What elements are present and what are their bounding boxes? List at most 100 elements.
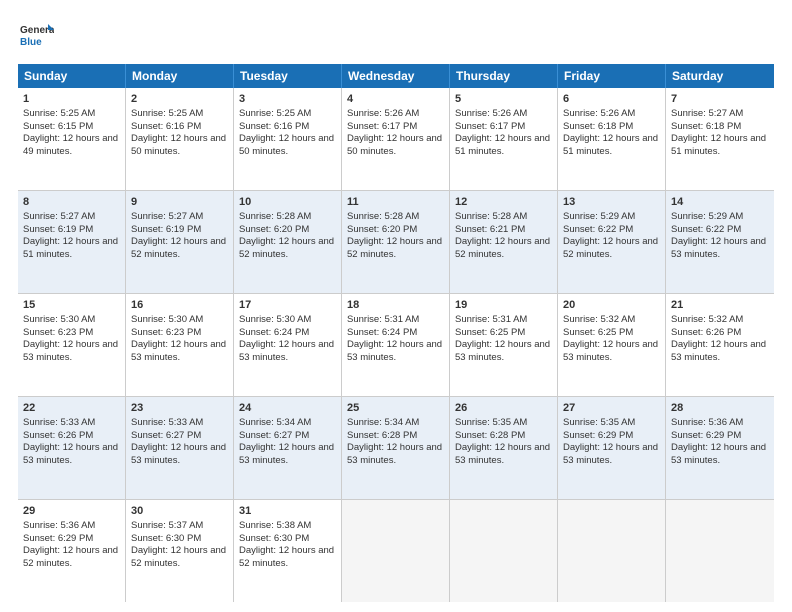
sunset-text: Sunset: 6:24 PM <box>347 327 417 338</box>
sunrise-text: Sunrise: 5:26 AM <box>455 108 527 119</box>
sunrise-text: Sunrise: 5:32 AM <box>671 314 743 325</box>
daylight-text: Daylight: 12 hours and 53 minutes. <box>131 339 226 363</box>
day-cell-15: 15 Sunrise: 5:30 AM Sunset: 6:23 PM Dayl… <box>18 294 126 396</box>
sunset-text: Sunset: 6:27 PM <box>239 430 309 441</box>
empty-cell <box>558 500 666 602</box>
sunrise-text: Sunrise: 5:36 AM <box>671 417 743 428</box>
empty-cell <box>450 500 558 602</box>
sunrise-text: Sunrise: 5:29 AM <box>563 211 635 222</box>
day-number: 21 <box>671 298 769 313</box>
daylight-text: Daylight: 12 hours and 50 minutes. <box>131 133 226 157</box>
daylight-text: Daylight: 12 hours and 53 minutes. <box>347 442 442 466</box>
sunrise-text: Sunrise: 5:35 AM <box>455 417 527 428</box>
day-cell-14: 14 Sunrise: 5:29 AM Sunset: 6:22 PM Dayl… <box>666 191 774 293</box>
sunrise-text: Sunrise: 5:25 AM <box>239 108 311 119</box>
header-saturday: Saturday <box>666 64 774 88</box>
daylight-text: Daylight: 12 hours and 51 minutes. <box>23 236 118 260</box>
day-number: 27 <box>563 401 660 416</box>
daylight-text: Daylight: 12 hours and 51 minutes. <box>563 133 658 157</box>
day-cell-9: 9 Sunrise: 5:27 AM Sunset: 6:19 PM Dayli… <box>126 191 234 293</box>
sunrise-text: Sunrise: 5:31 AM <box>347 314 419 325</box>
day-cell-30: 30 Sunrise: 5:37 AM Sunset: 6:30 PM Dayl… <box>126 500 234 602</box>
day-cell-10: 10 Sunrise: 5:28 AM Sunset: 6:20 PM Dayl… <box>234 191 342 293</box>
sunset-text: Sunset: 6:29 PM <box>671 430 741 441</box>
sunset-text: Sunset: 6:25 PM <box>563 327 633 338</box>
daylight-text: Daylight: 12 hours and 52 minutes. <box>23 545 118 569</box>
header-wednesday: Wednesday <box>342 64 450 88</box>
day-number: 15 <box>23 298 120 313</box>
daylight-text: Daylight: 12 hours and 52 minutes. <box>563 236 658 260</box>
sunset-text: Sunset: 6:29 PM <box>23 533 93 544</box>
week-row-5: 29 Sunrise: 5:36 AM Sunset: 6:29 PM Dayl… <box>18 500 774 602</box>
sunset-text: Sunset: 6:15 PM <box>23 121 93 132</box>
day-cell-6: 6 Sunrise: 5:26 AM Sunset: 6:18 PM Dayli… <box>558 88 666 190</box>
svg-text:Blue: Blue <box>20 37 42 48</box>
sunset-text: Sunset: 6:18 PM <box>563 121 633 132</box>
sunset-text: Sunset: 6:20 PM <box>239 224 309 235</box>
sunrise-text: Sunrise: 5:26 AM <box>347 108 419 119</box>
sunset-text: Sunset: 6:17 PM <box>347 121 417 132</box>
daylight-text: Daylight: 12 hours and 53 minutes. <box>239 442 334 466</box>
week-row-1: 1 Sunrise: 5:25 AM Sunset: 6:15 PM Dayli… <box>18 88 774 191</box>
daylight-text: Daylight: 12 hours and 51 minutes. <box>455 133 550 157</box>
day-number: 7 <box>671 92 769 107</box>
sunset-text: Sunset: 6:28 PM <box>347 430 417 441</box>
sunrise-text: Sunrise: 5:30 AM <box>23 314 95 325</box>
day-number: 11 <box>347 195 444 210</box>
day-number: 12 <box>455 195 552 210</box>
day-cell-25: 25 Sunrise: 5:34 AM Sunset: 6:28 PM Dayl… <box>342 397 450 499</box>
header-monday: Monday <box>126 64 234 88</box>
day-number: 31 <box>239 504 336 519</box>
day-number: 17 <box>239 298 336 313</box>
day-cell-26: 26 Sunrise: 5:35 AM Sunset: 6:28 PM Dayl… <box>450 397 558 499</box>
day-number: 2 <box>131 92 228 107</box>
sunset-text: Sunset: 6:27 PM <box>131 430 201 441</box>
day-number: 4 <box>347 92 444 107</box>
day-number: 13 <box>563 195 660 210</box>
sunrise-text: Sunrise: 5:28 AM <box>455 211 527 222</box>
day-number: 24 <box>239 401 336 416</box>
day-cell-2: 2 Sunrise: 5:25 AM Sunset: 6:16 PM Dayli… <box>126 88 234 190</box>
daylight-text: Daylight: 12 hours and 53 minutes. <box>239 339 334 363</box>
daylight-text: Daylight: 12 hours and 52 minutes. <box>239 545 334 569</box>
daylight-text: Daylight: 12 hours and 53 minutes. <box>23 339 118 363</box>
day-cell-17: 17 Sunrise: 5:30 AM Sunset: 6:24 PM Dayl… <box>234 294 342 396</box>
sunset-text: Sunset: 6:18 PM <box>671 121 741 132</box>
sunrise-text: Sunrise: 5:26 AM <box>563 108 635 119</box>
sunrise-text: Sunrise: 5:30 AM <box>131 314 203 325</box>
day-cell-21: 21 Sunrise: 5:32 AM Sunset: 6:26 PM Dayl… <box>666 294 774 396</box>
sunrise-text: Sunrise: 5:28 AM <box>239 211 311 222</box>
sunrise-text: Sunrise: 5:34 AM <box>347 417 419 428</box>
sunset-text: Sunset: 6:21 PM <box>455 224 525 235</box>
sunset-text: Sunset: 6:22 PM <box>671 224 741 235</box>
day-number: 30 <box>131 504 228 519</box>
day-number: 8 <box>23 195 120 210</box>
sunrise-text: Sunrise: 5:25 AM <box>131 108 203 119</box>
day-number: 29 <box>23 504 120 519</box>
sunset-text: Sunset: 6:30 PM <box>131 533 201 544</box>
day-number: 5 <box>455 92 552 107</box>
day-number: 18 <box>347 298 444 313</box>
day-number: 16 <box>131 298 228 313</box>
daylight-text: Daylight: 12 hours and 53 minutes. <box>455 339 550 363</box>
day-number: 22 <box>23 401 120 416</box>
daylight-text: Daylight: 12 hours and 53 minutes. <box>23 442 118 466</box>
sunrise-text: Sunrise: 5:29 AM <box>671 211 743 222</box>
daylight-text: Daylight: 12 hours and 53 minutes. <box>347 339 442 363</box>
sunrise-text: Sunrise: 5:37 AM <box>131 520 203 531</box>
sunset-text: Sunset: 6:16 PM <box>239 121 309 132</box>
day-number: 19 <box>455 298 552 313</box>
logo-svg: General Blue <box>18 18 54 54</box>
daylight-text: Daylight: 12 hours and 53 minutes. <box>671 236 766 260</box>
day-number: 20 <box>563 298 660 313</box>
day-cell-19: 19 Sunrise: 5:31 AM Sunset: 6:25 PM Dayl… <box>450 294 558 396</box>
calendar: SundayMondayTuesdayWednesdayThursdayFrid… <box>18 64 774 602</box>
sunrise-text: Sunrise: 5:27 AM <box>23 211 95 222</box>
day-number: 28 <box>671 401 769 416</box>
day-number: 6 <box>563 92 660 107</box>
sunrise-text: Sunrise: 5:30 AM <box>239 314 311 325</box>
sunset-text: Sunset: 6:29 PM <box>563 430 633 441</box>
sunrise-text: Sunrise: 5:25 AM <box>23 108 95 119</box>
sunset-text: Sunset: 6:28 PM <box>455 430 525 441</box>
day-cell-8: 8 Sunrise: 5:27 AM Sunset: 6:19 PM Dayli… <box>18 191 126 293</box>
